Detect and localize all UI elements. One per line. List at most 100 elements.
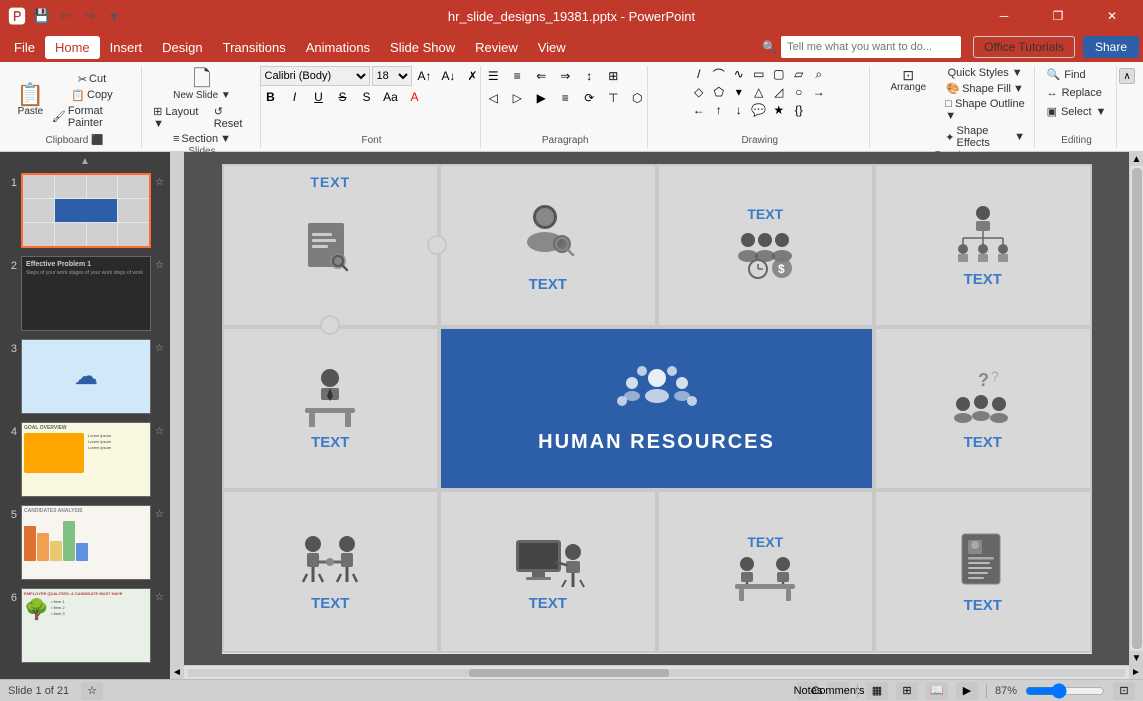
shape-effects-button[interactable]: ✦ Shape Effects ▼ [942,124,1028,150]
strikethrough-button[interactable]: S [332,87,354,107]
shape-oval[interactable]: ○ [790,84,808,100]
menu-animations[interactable]: Animations [296,36,380,59]
shape-callout[interactable]: 💬 [750,102,768,118]
select-button[interactable]: ▣ Select ▼ [1041,103,1113,120]
shape-pentagon[interactable]: ⬠ [710,84,728,100]
customize-qa-button[interactable]: ▼ [104,6,124,26]
shape-more[interactable]: ▾ [730,84,748,100]
office-tutorials-button[interactable]: Office Tutorials [973,36,1075,58]
puzzle-piece-9[interactable]: TEXT [439,490,657,653]
line-spacing-button[interactable]: ↕ [578,66,600,86]
slideshow-button[interactable]: ▶ [956,682,978,700]
format-painter-button[interactable]: 🖌 Format Painter [49,104,135,130]
scroll-left-button[interactable]: ◄ [170,666,184,680]
puzzle-piece-3[interactable]: TEXT [657,164,875,327]
shape-curve[interactable]: ⌒ [710,66,728,82]
bold-button[interactable]: B [260,87,282,107]
shape-right-triangle[interactable]: ◿ [770,84,788,100]
shape-parallelogram[interactable]: ▱ [790,66,808,82]
horizontal-scrollbar[interactable]: ◄ ► [170,665,1143,679]
puzzle-piece-7[interactable]: ? ? [874,327,1092,490]
scroll-thumb-h[interactable] [469,669,669,677]
justify-button[interactable]: ≡ [554,88,576,108]
shape-freeform[interactable]: ∿ [730,66,748,82]
puzzle-piece-5[interactable]: TEXT [222,327,440,490]
indent-more-button[interactable]: ⇒ [554,66,576,86]
zoom-fit-button[interactable]: ⊡ [1113,682,1135,700]
shape-arrow-down[interactable]: ↓ [730,102,748,118]
arrange-button[interactable]: ⊡ Arrange [878,66,938,150]
slide-thumb-6[interactable]: 6 EMPLOYEE QUALITIES: A CANDIDATE MUST H… [4,586,166,665]
comments-button[interactable]: Comments [827,682,849,700]
underline-button[interactable]: U [308,87,330,107]
shape-star[interactable]: ★ [770,102,788,118]
menu-design[interactable]: Design [152,36,212,59]
shape-arrow-right[interactable]: → [810,84,828,100]
shape-rounded-rect[interactable]: ▢ [770,66,788,82]
shape-outline-button[interactable]: □ Shape Outline ▼ [942,97,1028,123]
canvas-area[interactable]: TEXT [184,152,1129,665]
close-button[interactable]: ✕ [1089,0,1135,32]
menu-home[interactable]: Home [45,36,100,59]
menu-insert[interactable]: Insert [100,36,153,59]
puzzle-piece-10[interactable]: TEXT [657,490,875,653]
font-color-button[interactable]: A [404,87,426,107]
shape-rect[interactable]: ▭ [750,66,768,82]
replace-button[interactable]: ↔ Replace [1041,85,1113,101]
zoom-slider[interactable] [1025,683,1105,699]
section-button[interactable]: ≡ Section ▼ [150,132,254,146]
slide-canvas[interactable]: TEXT [222,164,1092,654]
copy-button[interactable]: 📋 Copy [49,88,135,103]
scroll-thumb-v[interactable] [1132,168,1142,649]
align-left-button[interactable]: ◁ [482,88,504,108]
find-button[interactable]: 🔍 Find [1041,66,1113,83]
quick-styles-button[interactable]: Quick Styles ▼ [942,66,1028,80]
bullets-button[interactable]: ☰ [482,66,504,86]
puzzle-piece-4[interactable]: TEXT [874,164,1092,327]
puzzle-piece-center[interactable]: HUMAN RESOURCES [439,327,874,490]
columns-button[interactable]: ⊞ [602,66,624,86]
slide-thumb-4[interactable]: 4 GOAL OVERVIEW Lorem ipsum Lorem ipsum … [4,420,166,499]
scroll-up-button[interactable]: ▲ [1130,152,1143,166]
reading-view-button[interactable]: 📖 [926,682,948,700]
shape-line[interactable]: / [690,66,708,82]
align-right-button[interactable]: ▶ [530,88,552,108]
text-align-button[interactable]: ⊤ [602,88,624,108]
slide-thumb-1[interactable]: 1 [4,171,166,250]
text-shadow-button[interactable]: S [356,87,378,107]
share-button[interactable]: Share [1083,36,1139,58]
smartart-convert-button[interactable]: ⬡ [626,88,648,108]
shape-fill-button[interactable]: 🎨 Shape Fill ▼ [942,81,1028,96]
change-case-button[interactable]: Aa [380,87,402,107]
undo-button[interactable]: ↩ [56,6,76,26]
numbering-button[interactable]: ≡ [506,66,528,86]
scroll-right-button[interactable]: ► [1129,666,1143,680]
puzzle-piece-2[interactable]: TEXT [439,164,657,327]
vertical-scrollbar[interactable]: ▲ ▼ [1129,152,1143,665]
text-direction-button[interactable]: ⟳ [578,88,600,108]
puzzle-piece-8[interactable]: TEXT [222,490,440,653]
normal-view-button[interactable]: ▦ [866,682,888,700]
puzzle-piece-11[interactable]: TEXT [874,490,1092,653]
slide-thumb-5[interactable]: 5 CANDIDATES ANALYSIS ☆ [4,503,166,582]
collapse-ribbon-button[interactable]: ∧ [1119,68,1135,84]
font-name-select[interactable]: Calibri (Body) [260,66,370,86]
menu-review[interactable]: Review [465,36,528,59]
reset-button[interactable]: ↺ Reset [211,104,254,131]
save-button[interactable]: 💾 [32,6,52,26]
slide-panel-scroll-up[interactable]: ▲ [4,156,166,167]
paste-button[interactable]: 📋 Paste [14,82,47,119]
redo-button[interactable]: ↪ [80,6,100,26]
minimize-button[interactable]: ─ [981,0,1027,32]
shape-trapezoid[interactable]: ⌕ [810,66,828,82]
slide-thumb-3[interactable]: 3 ☁ ☆ [4,337,166,416]
restore-button[interactable]: ❐ [1035,0,1081,32]
align-center-button[interactable]: ▷ [506,88,528,108]
menu-file[interactable]: File [4,36,45,59]
clear-format-button[interactable]: ✗ [462,66,484,86]
slide-thumb-2[interactable]: 2 Effective Problem 1 Steps of your work… [4,254,166,333]
menu-transitions[interactable]: Transitions [213,36,296,59]
new-slide-button[interactable]: 🗋 New Slide ▼ [150,66,254,103]
decrease-font-button[interactable]: A↓ [438,66,460,86]
slide-sorter-button[interactable]: ⊞ [896,682,918,700]
